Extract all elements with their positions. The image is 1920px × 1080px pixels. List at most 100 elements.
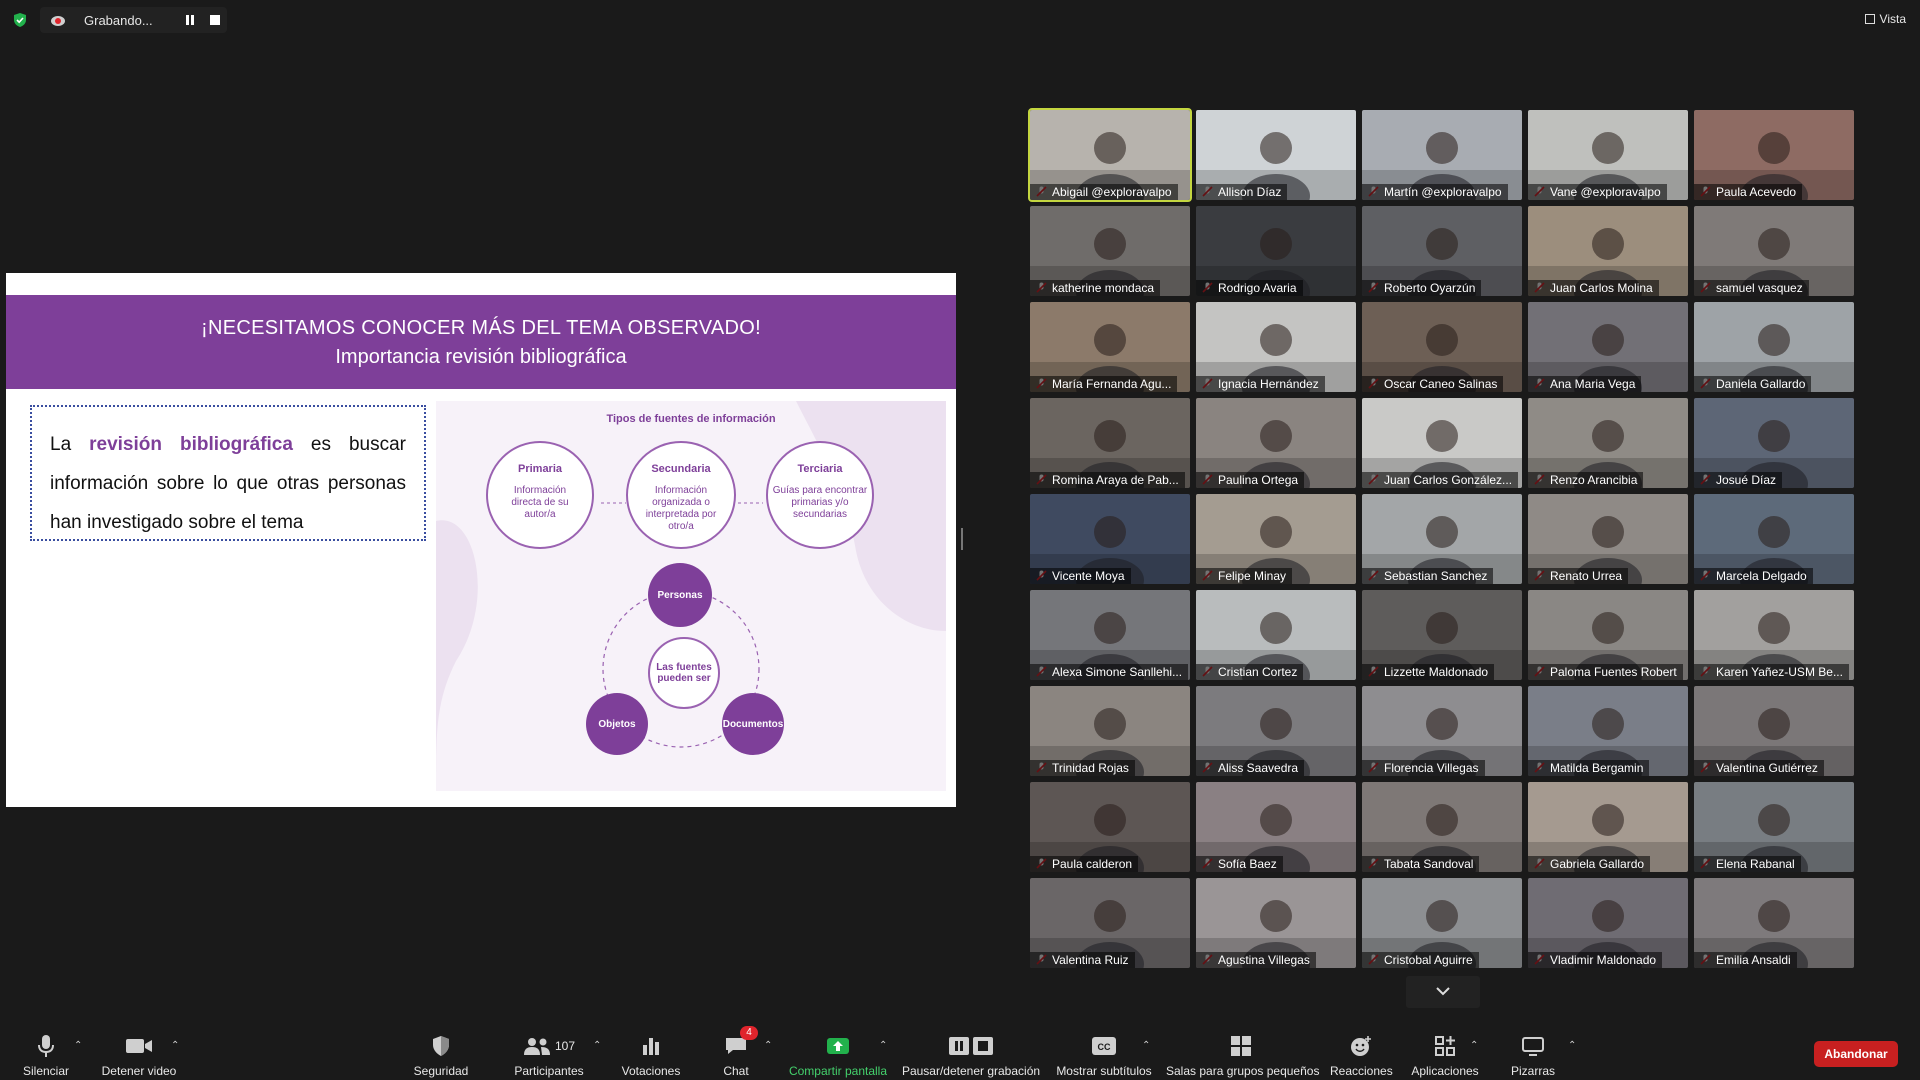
- participant-tile[interactable]: Matilda Bergamin: [1528, 686, 1688, 776]
- participant-tile[interactable]: Paula calderon: [1030, 782, 1190, 872]
- participant-name: Oscar Caneo Salinas: [1362, 376, 1504, 392]
- participant-name: Florencia Villegas: [1362, 760, 1485, 776]
- participant-name: Juan Carlos González...: [1362, 472, 1519, 488]
- whiteboards-options-caret-icon[interactable]: ⌃: [1568, 1040, 1576, 1051]
- reactions-label: Reacciones: [1330, 1064, 1393, 1078]
- participant-tile[interactable]: Cristobal Aguirre: [1362, 878, 1522, 968]
- participant-name: Sebastian Sanchez: [1362, 568, 1494, 584]
- participant-tile[interactable]: Paula Acevedo: [1694, 110, 1854, 200]
- apps-options-caret-icon[interactable]: ⌃: [1470, 1040, 1478, 1051]
- participant-tile[interactable]: samuel vasquez: [1694, 206, 1854, 296]
- whiteboards-button[interactable]: Pizarras: [1504, 1016, 1562, 1080]
- polls-button[interactable]: Votaciones: [618, 1016, 684, 1080]
- participant-name: Karen Yañez-USM Be...: [1694, 664, 1849, 680]
- participant-tile[interactable]: Renato Urrea: [1528, 494, 1688, 584]
- participant-tile[interactable]: Romina Araya de Pab...: [1030, 398, 1190, 488]
- participant-tile[interactable]: Sebastian Sanchez: [1362, 494, 1522, 584]
- participant-tile[interactable]: Renzo Arancibia: [1528, 398, 1688, 488]
- slide-title: ¡NECESITAMOS CONOCER MÁS DEL TEMA OBSERV…: [201, 317, 761, 339]
- breakout-rooms-button[interactable]: Salas para grupos pequeños: [1166, 1016, 1319, 1080]
- participant-name: Ignacia Hernández: [1196, 376, 1325, 392]
- tertiary-source-label: Terciaria: [797, 463, 843, 475]
- gallery-scroll-down-button[interactable]: [1406, 976, 1480, 1008]
- participants-options-caret-icon[interactable]: ⌃: [593, 1040, 601, 1051]
- participant-tile[interactable]: Oscar Caneo Salinas: [1362, 302, 1522, 392]
- participant-name: Matilda Bergamin: [1528, 760, 1650, 776]
- emoji-reaction-icon: [1351, 1036, 1371, 1056]
- participant-tile[interactable]: Cristian Cortez: [1196, 590, 1356, 680]
- video-camera-icon: [126, 1039, 152, 1053]
- participant-name: Felipe Minay: [1196, 568, 1293, 584]
- participant-tile[interactable]: Lizzette Maldonado: [1362, 590, 1522, 680]
- participant-tile[interactable]: Valentina Ruiz: [1030, 878, 1190, 968]
- share-screen-button[interactable]: Compartir pantalla: [786, 1016, 890, 1080]
- participant-tile[interactable]: Emilia Ansaldi: [1694, 878, 1854, 968]
- participant-tile[interactable]: Josué Díaz: [1694, 398, 1854, 488]
- participant-tile[interactable]: Ignacia Hernández: [1196, 302, 1356, 392]
- participant-tile[interactable]: Karen Yañez-USM Be...: [1694, 590, 1854, 680]
- participant-tile[interactable]: Sofía Baez: [1196, 782, 1356, 872]
- pause-stop-recording-button[interactable]: Pausar/detener grabación: [900, 1016, 1042, 1080]
- leave-meeting-button[interactable]: Abandonar: [1814, 1041, 1898, 1067]
- participant-tile[interactable]: Agustina Villegas: [1196, 878, 1356, 968]
- participant-tile[interactable]: Vicente Moya: [1030, 494, 1190, 584]
- participant-tile[interactable]: Juan Carlos Molina: [1528, 206, 1688, 296]
- participant-tile[interactable]: Valentina Gutiérrez: [1694, 686, 1854, 776]
- participant-tile[interactable]: Marcela Delgado: [1694, 494, 1854, 584]
- chat-options-caret-icon[interactable]: ⌃: [764, 1040, 772, 1051]
- participant-name: Allison Díaz: [1196, 184, 1288, 200]
- participant-name: Agustina Villegas: [1196, 952, 1316, 968]
- stop-video-label: Detener video: [101, 1064, 177, 1078]
- stop-recording-icon[interactable]: [210, 15, 220, 25]
- participant-tile[interactable]: Martín @exploravalpo: [1362, 110, 1522, 200]
- participant-tile[interactable]: Roberto Oyarzún: [1362, 206, 1522, 296]
- participant-tile[interactable]: Aliss Saavedra: [1196, 686, 1356, 776]
- people-node: Personas: [648, 563, 712, 627]
- participant-tile[interactable]: katherine mondaca: [1030, 206, 1190, 296]
- participants-button[interactable]: 107 Participantes: [508, 1016, 590, 1080]
- participant-name: Roberto Oyarzún: [1362, 280, 1482, 296]
- participant-tile[interactable]: Allison Díaz: [1196, 110, 1356, 200]
- video-options-caret-icon[interactable]: ⌃: [171, 1040, 179, 1051]
- share-screen-icon: [827, 1038, 849, 1054]
- participant-tile[interactable]: Paloma Fuentes Robert: [1528, 590, 1688, 680]
- pause-recording-icon[interactable]: [185, 15, 195, 25]
- security-shield-icon[interactable]: [12, 12, 28, 28]
- participant-tile[interactable]: Alexa Simone Sanllehi...: [1030, 590, 1190, 680]
- bar-chart-icon: [643, 1038, 659, 1055]
- show-captions-button[interactable]: CC Mostrar subtítulos: [1054, 1016, 1154, 1080]
- participant-name: Vicente Moya: [1030, 568, 1131, 584]
- participant-tile[interactable]: Vane @exploravalpo: [1528, 110, 1688, 200]
- audio-options-caret-icon[interactable]: ⌃: [74, 1040, 82, 1051]
- slide-definition-box: La revisión bibliográfica es buscar info…: [30, 405, 426, 541]
- participant-tile[interactable]: Florencia Villegas: [1362, 686, 1522, 776]
- mute-button[interactable]: Silenciar: [16, 1016, 76, 1080]
- security-button[interactable]: Seguridad: [410, 1016, 472, 1080]
- participant-tile[interactable]: Trinidad Rojas: [1030, 686, 1190, 776]
- participant-tile[interactable]: Rodrigo Avaria: [1196, 206, 1356, 296]
- participant-tile[interactable]: María Fernanda Agu...: [1030, 302, 1190, 392]
- participant-tile[interactable]: Felipe Minay: [1196, 494, 1356, 584]
- reactions-button[interactable]: Reacciones: [1330, 1016, 1393, 1080]
- participant-tile[interactable]: Ana Maria Vega: [1528, 302, 1688, 392]
- participant-name: katherine mondaca: [1030, 280, 1161, 296]
- participant-name: Josué Díaz: [1694, 472, 1783, 488]
- participant-tile[interactable]: Juan Carlos González...: [1362, 398, 1522, 488]
- participant-tile[interactable]: Paulina Ortega: [1196, 398, 1356, 488]
- chat-button[interactable]: 4 Chat: [716, 1016, 758, 1080]
- breakout-rooms-icon: [1231, 1036, 1251, 1056]
- chat-unread-badge: 4: [740, 1026, 758, 1040]
- captions-options-caret-icon[interactable]: ⌃: [1142, 1040, 1150, 1051]
- stop-video-button[interactable]: Detener video: [98, 1016, 180, 1080]
- participant-tile[interactable]: Abigail @exploravalpo: [1028, 108, 1192, 202]
- view-button[interactable]: Vista: [1864, 12, 1906, 26]
- view-splitter-handle[interactable]: [961, 528, 963, 550]
- participant-tile[interactable]: Vladimir Maldonado: [1528, 878, 1688, 968]
- participant-tile[interactable]: Tabata Sandoval: [1362, 782, 1522, 872]
- participant-name: Trinidad Rojas: [1030, 760, 1135, 776]
- participant-tile[interactable]: Daniela Gallardo: [1694, 302, 1854, 392]
- participant-tile[interactable]: Gabriela Gallardo: [1528, 782, 1688, 872]
- share-options-caret-icon[interactable]: ⌃: [879, 1040, 887, 1051]
- participant-name: Romina Araya de Pab...: [1030, 472, 1185, 488]
- participant-tile[interactable]: Elena Rabanal: [1694, 782, 1854, 872]
